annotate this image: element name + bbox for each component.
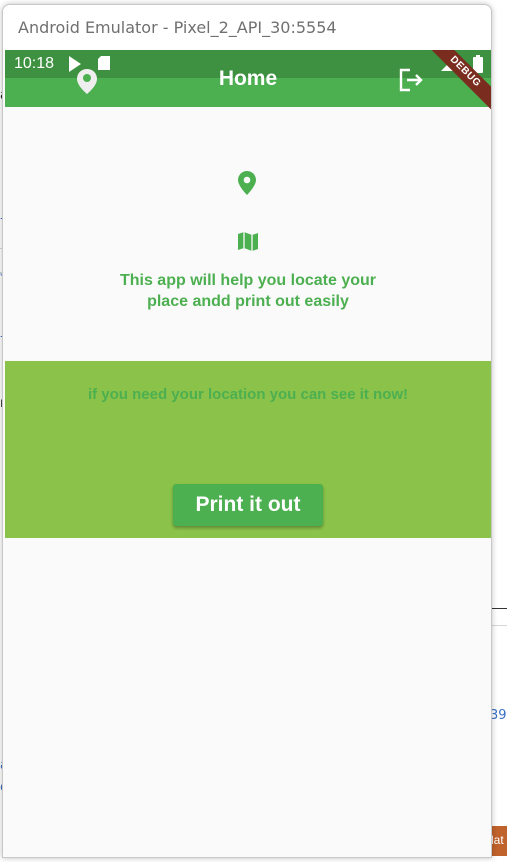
app-bar: 10:18 Home DEBUG	[5, 50, 491, 121]
print-button[interactable]: Print it out	[173, 484, 323, 526]
emulator-window: Android Emulator - Pixel_2_API_30:5554 1…	[2, 4, 492, 858]
map-icon	[237, 230, 259, 257]
window-title: Android Emulator - Pixel_2_API_30:5554	[18, 18, 337, 37]
location-pin-icon	[237, 170, 257, 201]
bg-panel	[490, 130, 507, 609]
location-hint-text: if you need your location you can see it…	[87, 386, 409, 403]
intro-line: This app will help you locate your	[119, 272, 377, 289]
window-titlebar[interactable]: Android Emulator - Pixel_2_API_30:5554	[3, 5, 491, 50]
intro-line: place andd print out easily	[147, 293, 349, 310]
location-section: if you need your location you can see it…	[5, 361, 491, 538]
logout-icon[interactable]	[397, 67, 425, 93]
bg-text-fragment: 39	[490, 708, 507, 723]
intro-text: This app will help you locate your place…	[5, 270, 491, 312]
bg-divider	[490, 625, 507, 626]
device-screen: 10:18 Home DEBUG This app will help you …	[5, 50, 491, 857]
